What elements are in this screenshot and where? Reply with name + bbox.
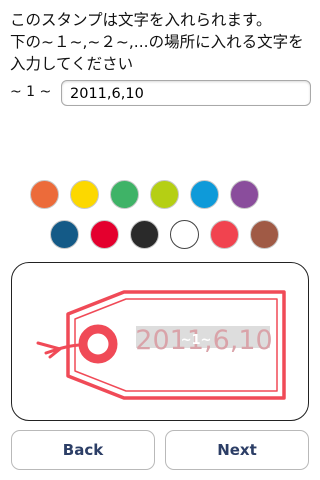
instruction-text: このスタンプは文字を入れられます。 下の~１~,~２~,...の場所に入れる文字…: [10, 9, 314, 75]
color-swatch-purple[interactable]: [230, 180, 259, 209]
back-button[interactable]: Back: [11, 430, 155, 470]
tag-stamp-illustration: 2011,6,10 ~1~: [36, 290, 286, 400]
text-field-row: ~ 1 ~: [10, 80, 312, 106]
color-swatch-navy[interactable]: [50, 220, 79, 249]
color-swatch-green[interactable]: [110, 180, 139, 209]
color-swatch-blue[interactable]: [190, 180, 219, 209]
field-label: ~ 1 ~: [10, 84, 52, 100]
color-swatch-orange[interactable]: [30, 180, 59, 209]
color-swatch-white[interactable]: [170, 220, 199, 249]
next-button[interactable]: Next: [165, 430, 309, 470]
stamp-text-input[interactable]: [61, 80, 311, 106]
stamp-preview: 2011,6,10 ~1~: [11, 262, 309, 421]
instruction-line-1: このスタンプは文字を入れられます。: [10, 11, 272, 29]
color-swatch-brown[interactable]: [250, 220, 279, 249]
instruction-line-2: 下の~１~,~２~,...の場所に入れる文字を: [10, 33, 304, 51]
color-swatch-lime[interactable]: [150, 180, 179, 209]
color-swatch-yellow[interactable]: [70, 180, 99, 209]
stamp-text-marker: ~1~: [181, 333, 212, 348]
color-swatch-black[interactable]: [130, 220, 159, 249]
instruction-line-3: 入力してください: [10, 55, 134, 73]
color-swatch-crimson[interactable]: [90, 220, 119, 249]
tag-hole: [78, 324, 118, 364]
color-swatch-coral-red[interactable]: [210, 220, 239, 249]
